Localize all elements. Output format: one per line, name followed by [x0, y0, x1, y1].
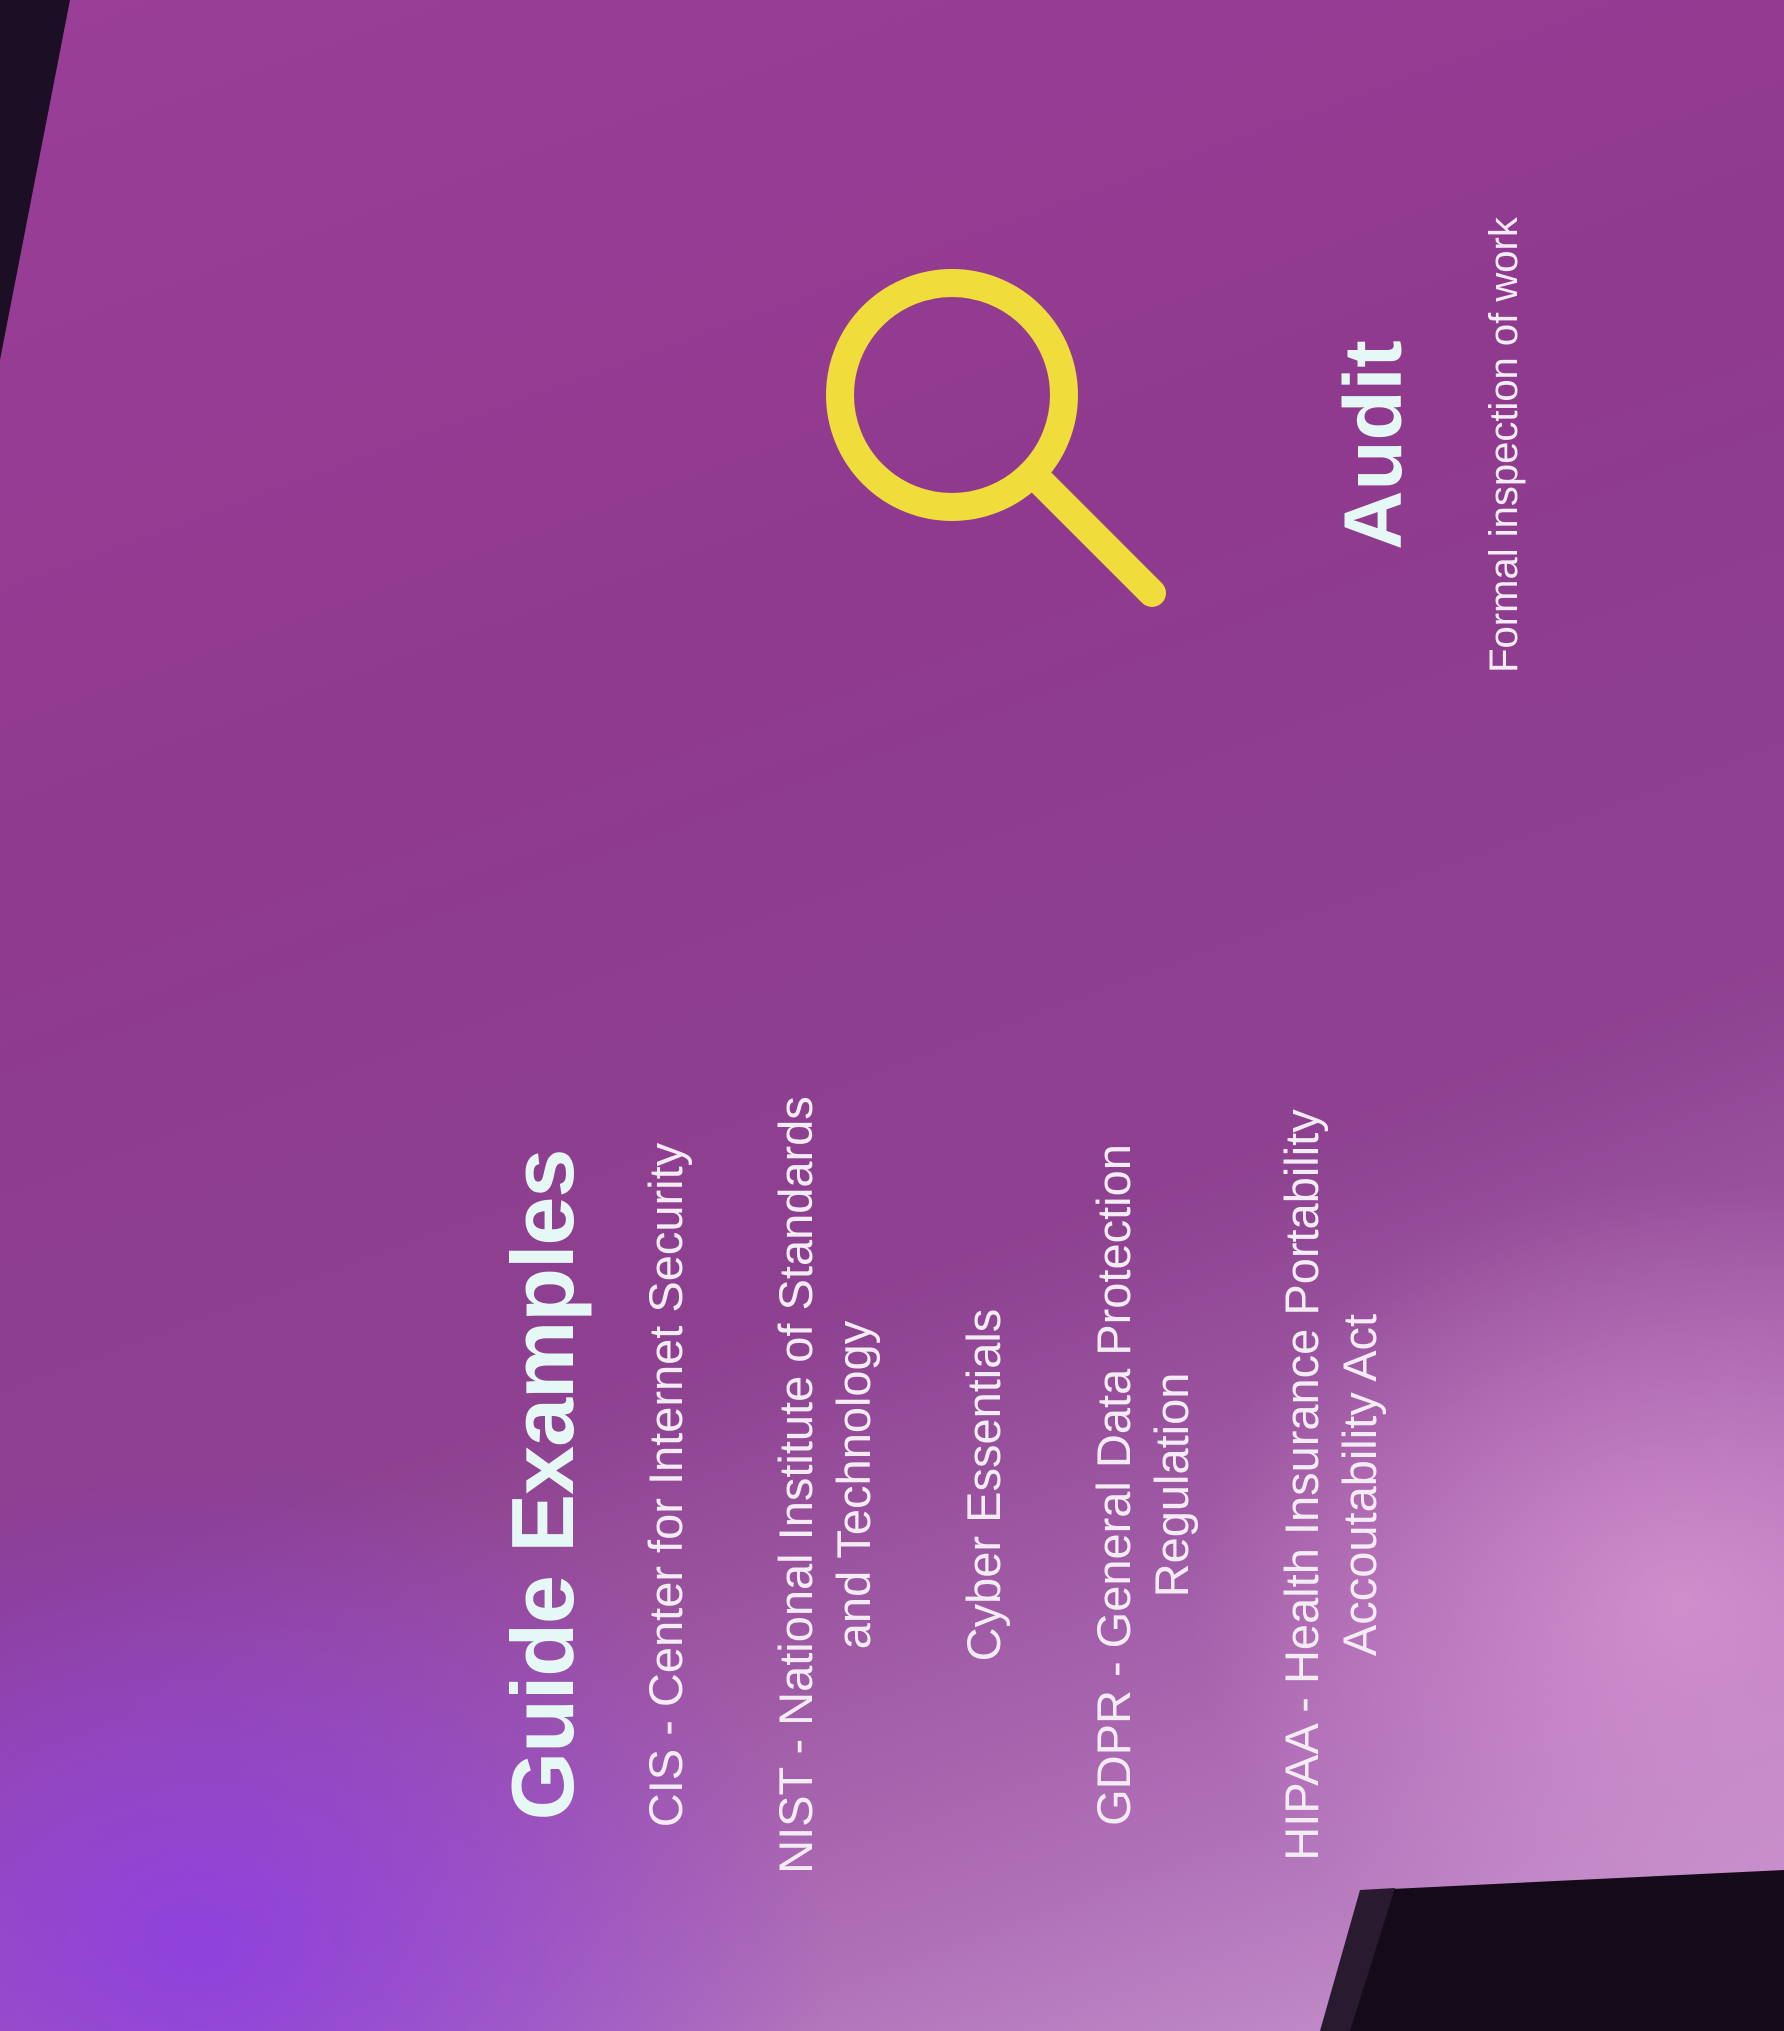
magnifying-glass-icon — [826, 269, 1166, 607]
guide-line: Accoutability Act — [1333, 1313, 1386, 1657]
guide-line: Cyber Essentials — [957, 1308, 1010, 1662]
slide: Guide Examples CIS - Center for Internet… — [332, 65, 1526, 1965]
guide-line: HIPAA - Health Insurance Portability — [1275, 1109, 1328, 1861]
guide-line: and Technology — [827, 1320, 880, 1650]
guide-item-hipaa: HIPAA - Health Insurance Portability Acc… — [1273, 1005, 1389, 1965]
guide-item-gdpr: GDPR - General Data Protection Regulatio… — [1085, 1005, 1201, 1965]
guide-item-nist: NIST - National Institute of Standards a… — [767, 1005, 883, 1965]
guide-item-cyber-essentials: Cyber Essentials — [955, 1005, 1013, 1965]
photo: Guide Examples CIS - Center for Internet… — [0, 0, 1784, 2031]
audit-title: Audit — [1328, 340, 1419, 550]
guide-line: Regulation — [1145, 1372, 1198, 1598]
guide-item-cis: CIS - Center for Internet Security — [637, 1005, 695, 1965]
guide-line: NIST - National Institute of Standards — [769, 1096, 822, 1874]
guide-examples-heading: Guide Examples — [493, 1149, 592, 1821]
guide-line: CIS - Center for Internet Security — [639, 1142, 692, 1828]
audit-subtitle: Formal inspection of work — [1482, 217, 1526, 673]
guide-list: CIS - Center for Internet Security NIST … — [637, 1005, 1461, 1965]
guide-line: GDPR - General Data Protection — [1087, 1144, 1140, 1826]
